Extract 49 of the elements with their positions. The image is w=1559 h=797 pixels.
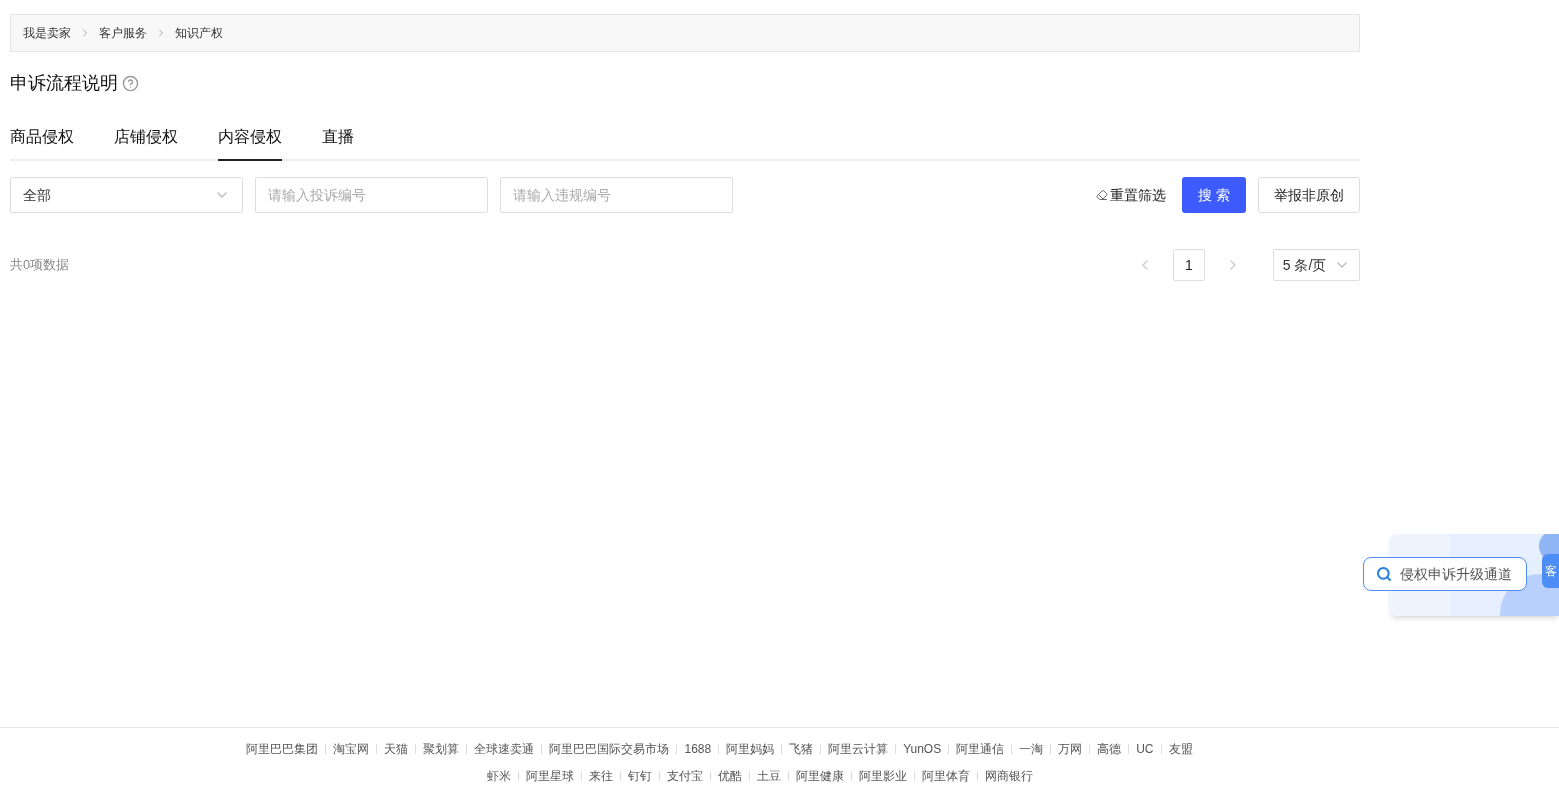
footer-link[interactable]: 全球速卖通	[474, 740, 535, 758]
help-icon[interactable]	[122, 75, 139, 92]
breadcrumb-link[interactable]: 客户服务	[99, 24, 147, 42]
footer-link[interactable]: YunOS	[903, 740, 942, 758]
type-select[interactable]: 全部	[10, 177, 243, 213]
search-icon	[1376, 566, 1392, 582]
footer-link[interactable]: 支付宝	[666, 767, 703, 785]
footer-link[interactable]: 钉钉	[627, 767, 652, 785]
search-button[interactable]: 搜 索	[1182, 177, 1246, 213]
breadcrumb-link[interactable]: 知识产权	[175, 24, 223, 42]
footer-link[interactable]: 1688	[684, 740, 712, 758]
footer-link[interactable]: 阿里健康	[795, 767, 844, 785]
breadcrumb-link[interactable]: 我是卖家	[23, 24, 71, 42]
footer-link[interactable]: 阿里巴巴国际交易市场	[549, 740, 670, 758]
eraser-icon	[1096, 189, 1108, 201]
tab[interactable]: 直播	[322, 125, 354, 161]
footer-link[interactable]: 网商银行	[984, 767, 1033, 785]
tab[interactable]: 内容侵权	[218, 125, 282, 161]
footer-link[interactable]: 天猫	[384, 740, 409, 758]
footer-link[interactable]: 来往	[588, 767, 613, 785]
footer-link[interactable]: 淘宝网	[333, 740, 370, 758]
footer-link[interactable]: 阿里影业	[858, 767, 907, 785]
footer-link[interactable]: 阿里云计算	[828, 740, 889, 758]
total-count: 共0项数据	[10, 256, 70, 275]
footer-link[interactable]: 土豆	[756, 767, 781, 785]
report-button[interactable]: 举报非原创	[1258, 177, 1360, 213]
upgrade-channel-button[interactable]: 侵权申诉升级通道	[1363, 557, 1527, 591]
violation-number-field[interactable]: 请输入违规编号	[500, 177, 733, 213]
footer-link[interactable]: 虾米	[486, 767, 511, 785]
footer-link[interactable]: 阿里通信	[956, 740, 1005, 758]
footer-link[interactable]: 高德	[1097, 740, 1122, 758]
tab[interactable]: 店铺侵权	[114, 125, 178, 161]
footer-link[interactable]: 聚划算	[423, 740, 460, 758]
footer-link[interactable]: 一淘	[1019, 740, 1044, 758]
complaint-number-field[interactable]: 请输入投诉编号	[255, 177, 488, 213]
page-title: 申诉流程说明	[10, 72, 118, 95]
footer-link[interactable]: 飞猪	[789, 740, 814, 758]
footer-link[interactable]: 万网	[1058, 740, 1083, 758]
footer-link[interactable]: 阿里体育	[921, 767, 970, 785]
tab[interactable]: 商品侵权	[10, 125, 74, 161]
footer-link[interactable]: 阿里星球	[525, 767, 574, 785]
page-size-select[interactable]: 5 条/页	[1273, 249, 1360, 281]
footer-link[interactable]: UC	[1136, 740, 1154, 758]
page-number[interactable]: 1	[1173, 249, 1205, 281]
footer-link[interactable]: 阿里妈妈	[726, 740, 775, 758]
footer-link[interactable]: 友盟	[1168, 740, 1193, 758]
footer-link[interactable]: 阿里巴巴集团	[246, 740, 319, 758]
footer-link[interactable]: 优酷	[717, 767, 742, 785]
reset-filter-button[interactable]: 重置筛选	[1096, 184, 1166, 206]
